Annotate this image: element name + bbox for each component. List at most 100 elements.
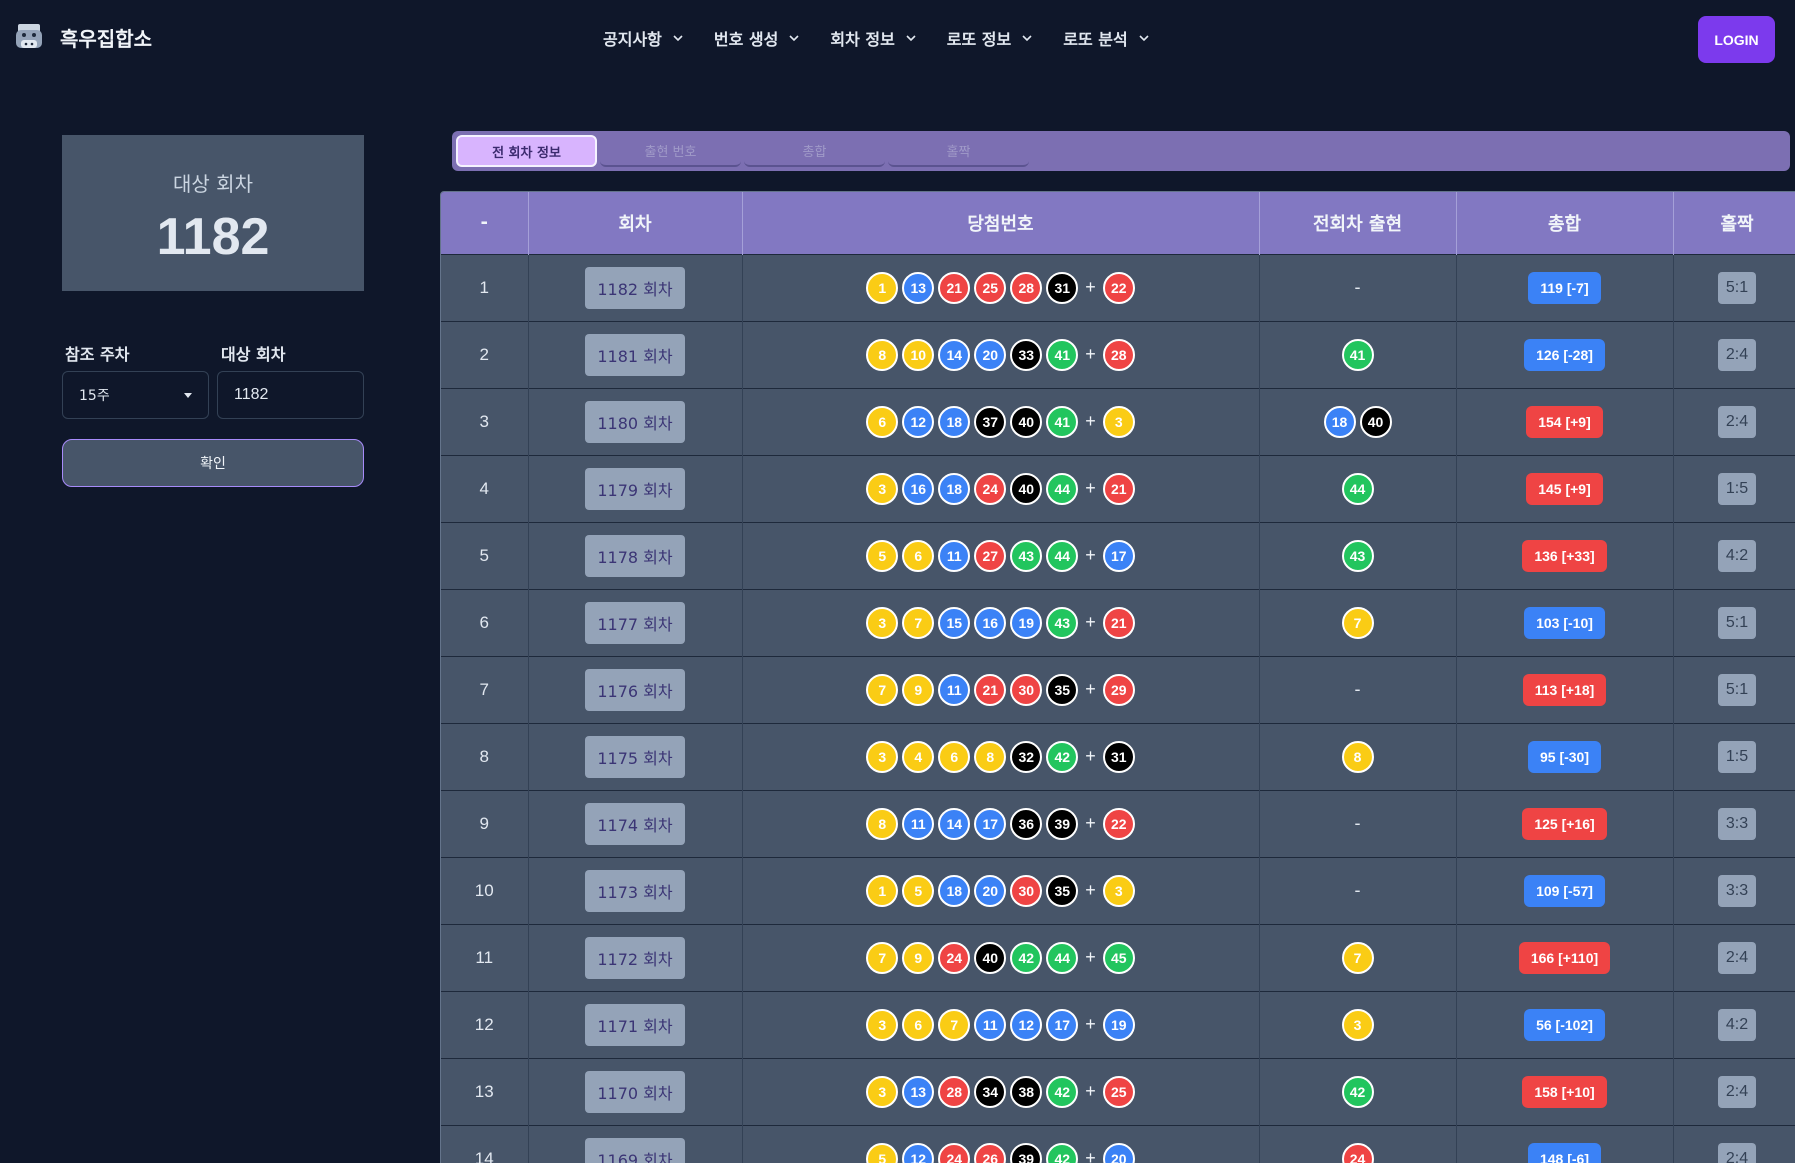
cell-prev-appeared: -	[1259, 655, 1457, 723]
number-ball: 3	[866, 740, 899, 773]
bonus-ball: 21	[1102, 472, 1135, 505]
empty-dash: -	[1354, 679, 1361, 699]
cell-index: 13	[441, 1057, 529, 1125]
chevron-down-icon	[789, 35, 799, 42]
confirm-button[interactable]: 확인	[62, 439, 364, 487]
number-ball: 8	[974, 740, 1007, 773]
bonus-ball: 3	[1102, 874, 1135, 907]
tab-appeared-numbers[interactable]: 출현 번호	[600, 135, 741, 167]
table-row[interactable]: 12 1171 회차 3 6 7 11 12 17 +19 3 56 [-102] 4:2	[441, 990, 1795, 1058]
tab-sum[interactable]: 총합	[744, 135, 885, 167]
round-chip[interactable]: 1177 회차	[585, 601, 685, 644]
cell-sum: 103 [-10]	[1456, 588, 1674, 656]
table-row[interactable]: 4 1179 회차 3 16 18 24 40 44 +21 44 145 [+9] 1:5	[441, 454, 1795, 522]
plus-sign: +	[1085, 746, 1096, 766]
table-row[interactable]: 2 1181 회차 8 10 14 20 33 41 +28 41 126 [-28] 2:4	[441, 320, 1795, 388]
empty-dash: -	[1354, 813, 1361, 833]
table-row[interactable]: 8 1175 회차 3 4 6 8 32 42 +31 8 95 [-30] 1:5	[441, 722, 1795, 790]
number-ball: 13	[902, 271, 935, 304]
ref-week-select[interactable]: 15주	[62, 371, 209, 419]
winning-balls: 6 12 18 37 40 41 +3	[866, 405, 1135, 438]
login-button[interactable]: LOGIN	[1698, 16, 1775, 63]
table-row[interactable]: 6 1177 회차 3 7 15 16 19 43 +21 7 103 [-10] 5:1	[441, 588, 1795, 656]
number-ball: 11	[974, 1008, 1007, 1041]
odd-even-badge: 1:5	[1717, 740, 1757, 773]
row-index: 14	[474, 1148, 494, 1163]
table-row[interactable]: 5 1178 회차 5 6 11 27 43 44 +17 43 136 [+33] 4:2	[441, 521, 1795, 589]
round-chip[interactable]: 1178 회차	[585, 534, 685, 577]
chevron-down-icon	[906, 35, 916, 42]
cell-round: 1177 회차	[528, 588, 743, 656]
round-chip[interactable]: 1181 회차	[585, 333, 685, 376]
chevron-down-icon	[673, 35, 683, 42]
row-index: 13	[474, 1081, 494, 1101]
table-row[interactable]: 11 1172 회차 7 9 24 40 42 44 +45 7 166 [+110] 2:4	[441, 923, 1795, 991]
cell-round: 1174 회차	[528, 789, 743, 857]
table-row[interactable]: 9 1174 회차 8 11 14 17 36 39 +22 - 125 [+16] 3:3	[441, 789, 1795, 857]
cell-winning-numbers: 1 13 21 25 28 31 +22	[742, 253, 1260, 321]
tab-bar: 전 회차 정보 출현 번호 총합 홀짝	[452, 131, 1790, 171]
table-row[interactable]: 10 1173 회차 1 5 18 20 30 35 +3 - 109 [-57] 3:3	[441, 856, 1795, 924]
odd-even-badge: 2:4	[1717, 405, 1757, 438]
round-chip[interactable]: 1170 회차	[585, 1070, 685, 1113]
round-chip[interactable]: 1172 회차	[585, 936, 685, 979]
round-chip[interactable]: 1173 회차	[585, 869, 685, 912]
target-round-card-value: 1182	[156, 208, 270, 266]
round-chip[interactable]: 1180 회차	[585, 400, 685, 443]
nav-round-info[interactable]: 회차 정보	[830, 26, 916, 50]
number-ball: 7	[866, 941, 899, 974]
table-row[interactable]: 1 1182 회차 1 13 21 25 28 31 +22-119 [-7] 5:1	[441, 253, 1795, 321]
number-ball: 18	[938, 874, 971, 907]
nav-lotto-analysis-label: 로또 분석	[1063, 30, 1128, 49]
cell-sum: 119 [-7]	[1456, 253, 1674, 321]
round-chip[interactable]: 1171 회차	[585, 1003, 685, 1046]
plus-sign: +	[1085, 813, 1096, 833]
number-ball: 39	[1046, 807, 1079, 840]
round-chip[interactable]: 1179 회차	[585, 467, 685, 510]
tab-all-rounds[interactable]: 전 회차 정보	[456, 135, 597, 167]
sum-badge: 56 [-102]	[1524, 1008, 1605, 1041]
round-chip[interactable]: 1175 회차	[585, 735, 685, 778]
cell-prev-appeared: 43	[1259, 521, 1457, 589]
target-round-input[interactable]	[217, 371, 364, 419]
col-header-round: 회차	[528, 192, 743, 254]
cell-index: 3	[441, 387, 529, 455]
cell-winning-numbers: 8 10 14 20 33 41 +28	[742, 320, 1260, 388]
number-ball: 1	[866, 271, 899, 304]
nav-lotto-analysis[interactable]: 로또 분석	[1063, 26, 1149, 50]
round-chip[interactable]: 1174 회차	[585, 802, 685, 845]
prev-number-ball: 3	[1341, 1008, 1374, 1041]
round-chip[interactable]: 1176 회차	[585, 668, 685, 711]
plus-sign: +	[1085, 679, 1096, 699]
nav-notice[interactable]: 공지사항	[603, 26, 684, 50]
cell-index: 6	[441, 588, 529, 656]
brand-logo[interactable]: 흑우집합소	[12, 20, 152, 54]
cell-round: 1169 회차	[528, 1124, 743, 1163]
cell-round: 1182 회차	[528, 253, 743, 321]
number-ball: 44	[1046, 539, 1079, 572]
cell-index: 1	[441, 253, 529, 321]
round-chip[interactable]: 1182 회차	[585, 266, 685, 309]
table-header-row: - 회차 당첨번호 전회차 출현 총합 홀짝	[441, 192, 1795, 254]
table-row[interactable]: 13 1170 회차 3 13 28 34 38 42 +25 42 158 [+10] 2:4	[441, 1057, 1795, 1125]
prev-appeared-balls: 18 40	[1323, 405, 1392, 438]
table-row[interactable]: 7 1176 회차 7 9 11 21 30 35 +29-113 [+18] 5:1	[441, 655, 1795, 723]
row-index: 9	[479, 813, 489, 833]
nav-lotto-info[interactable]: 로또 정보	[947, 26, 1033, 50]
bonus-ball: 3	[1102, 405, 1135, 438]
number-ball: 38	[1010, 1075, 1043, 1108]
prev-number-ball: 7	[1341, 606, 1374, 639]
table-row[interactable]: 14 1169 회차 5 12 24 26 39 42 +20 24 148 [-6] 2:4	[441, 1124, 1795, 1163]
number-ball: 40	[974, 941, 1007, 974]
cell-round: 1170 회차	[528, 1057, 743, 1125]
rounds-table: - 회차 당첨번호 전회차 출현 총합 홀짝 1 1182 회차 1 13 21 25 28…	[441, 192, 1795, 1163]
round-chip[interactable]: 1169 회차	[585, 1137, 685, 1163]
nav-round-info-label: 회차 정보	[830, 30, 895, 49]
number-ball: 7	[902, 606, 935, 639]
tab-odd-even[interactable]: 홀짝	[888, 135, 1029, 167]
number-ball: 24	[938, 941, 971, 974]
table-row[interactable]: 3 1180 회차 6 12 18 37 40 41 +3 18 40 154 [+9] 2:4	[441, 387, 1795, 455]
cell-round: 1173 회차	[528, 856, 743, 924]
row-index: 7	[479, 679, 489, 699]
nav-number-generate[interactable]: 번호 생성	[714, 26, 800, 50]
